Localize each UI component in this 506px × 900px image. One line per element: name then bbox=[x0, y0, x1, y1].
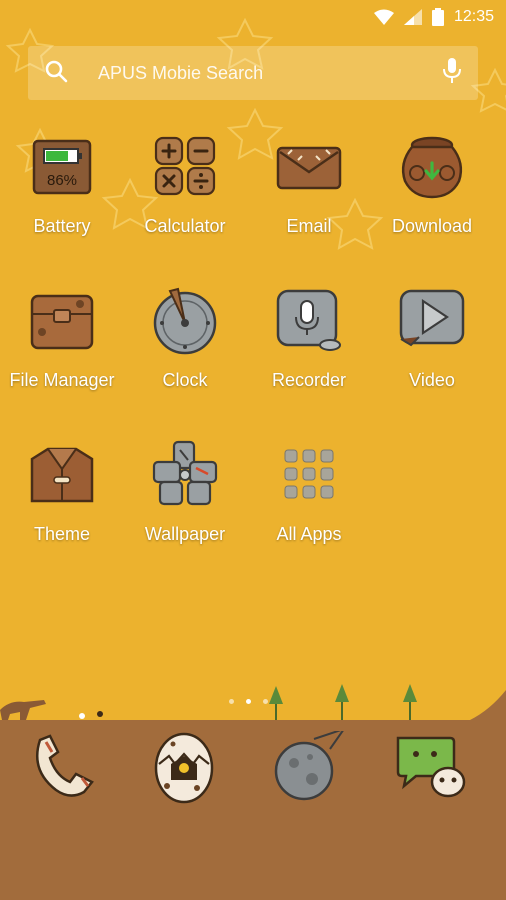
recorder-icon bbox=[273, 284, 345, 356]
camera-egg-icon bbox=[151, 728, 217, 809]
app-all-apps[interactable]: All Apps bbox=[247, 438, 371, 568]
search-bar[interactable]: APUS Mobie Search bbox=[28, 46, 478, 100]
app-recorder[interactable]: Recorder bbox=[247, 284, 371, 414]
app-label: Calculator bbox=[144, 216, 226, 236]
page-dot[interactable] bbox=[263, 699, 268, 704]
download-icon bbox=[396, 130, 468, 202]
dock-phone[interactable] bbox=[22, 728, 102, 808]
calculator-icon bbox=[149, 130, 221, 202]
dock-messaging[interactable] bbox=[392, 728, 472, 808]
page-indicator[interactable] bbox=[229, 699, 268, 704]
video-icon bbox=[396, 284, 468, 356]
theme-icon bbox=[26, 438, 98, 510]
app-label: Theme bbox=[33, 524, 91, 544]
dinosaur-icon bbox=[0, 700, 46, 720]
dock bbox=[0, 726, 506, 808]
app-battery[interactable]: 86% Battery bbox=[0, 130, 124, 260]
battery-app-icon: 86% bbox=[26, 130, 98, 202]
status-time: 12:35 bbox=[453, 8, 494, 25]
app-theme[interactable]: Theme bbox=[0, 438, 124, 568]
page-dot[interactable] bbox=[229, 699, 234, 704]
dock-camera[interactable] bbox=[144, 728, 224, 808]
dock-browser[interactable] bbox=[270, 726, 350, 808]
app-email[interactable]: Email bbox=[247, 130, 371, 260]
app-clock[interactable]: Clock bbox=[123, 284, 247, 414]
file-manager-icon bbox=[26, 284, 98, 356]
app-label: Clock bbox=[162, 370, 208, 390]
search-icon[interactable] bbox=[44, 59, 68, 88]
search-input[interactable]: APUS Mobie Search bbox=[98, 63, 442, 84]
browser-meteor-icon bbox=[272, 726, 348, 806]
page-dot-active[interactable] bbox=[246, 699, 251, 704]
clock-icon bbox=[149, 284, 221, 356]
cell-signal-icon bbox=[403, 9, 422, 25]
app-label: Recorder bbox=[271, 370, 347, 390]
battery-badge: 86% bbox=[47, 172, 77, 189]
wallpaper-icon bbox=[149, 438, 221, 510]
app-file-manager[interactable]: File Manager bbox=[0, 284, 124, 414]
phone-icon bbox=[26, 730, 98, 807]
app-wallpaper[interactable]: Wallpaper bbox=[123, 438, 247, 568]
wifi-icon bbox=[373, 9, 394, 25]
email-icon bbox=[273, 130, 345, 202]
status-bar: 12:35 bbox=[0, 0, 506, 34]
app-label: Wallpaper bbox=[144, 524, 226, 544]
microphone-icon[interactable] bbox=[442, 57, 462, 89]
app-label: Download bbox=[391, 216, 473, 236]
app-label: All Apps bbox=[276, 524, 342, 544]
app-label: Battery bbox=[33, 216, 91, 236]
all-apps-icon bbox=[273, 438, 345, 510]
app-download[interactable]: Download bbox=[370, 130, 494, 260]
tree-icon bbox=[269, 684, 417, 720]
app-label: Email bbox=[286, 216, 332, 236]
app-label: File Manager bbox=[9, 370, 115, 390]
messaging-icon bbox=[392, 730, 472, 807]
app-label: Video bbox=[409, 370, 455, 390]
battery-icon bbox=[431, 8, 444, 26]
app-video[interactable]: Video bbox=[370, 284, 494, 414]
app-calculator[interactable]: Calculator bbox=[123, 130, 247, 260]
